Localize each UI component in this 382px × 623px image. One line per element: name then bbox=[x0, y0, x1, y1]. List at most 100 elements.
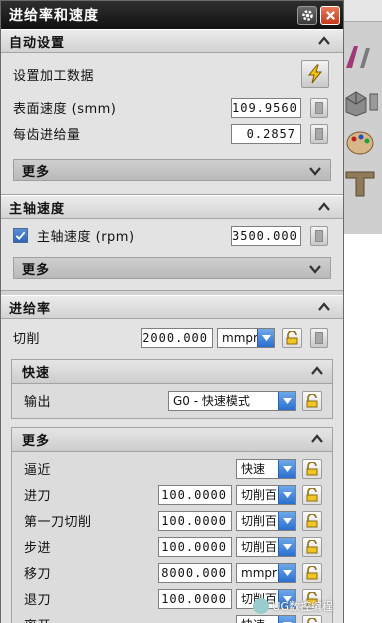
feed-row-lock-button[interactable] bbox=[302, 615, 322, 623]
feed-row-lock-button[interactable] bbox=[302, 511, 322, 531]
spindle-header[interactable]: 主轴速度 bbox=[1, 195, 343, 219]
auto-settings-more-label: 更多 bbox=[22, 164, 51, 180]
close-icon bbox=[325, 11, 335, 20]
feed-row: 第一刀切削 100.0000 切削百 bbox=[12, 508, 332, 533]
auto-settings-body: 设置加工数据 表面速度 (smm) 109.9560 每齿进给量 0.2857 … bbox=[1, 53, 343, 195]
feed-row: 逼近 快速 bbox=[12, 456, 332, 481]
wechat-logo-icon bbox=[253, 598, 270, 614]
feed-row-unit-select[interactable]: 切削百 bbox=[236, 511, 296, 531]
feed-row-lock-button[interactable] bbox=[302, 485, 322, 505]
spindle-speed-label: 主轴速度 (rpm) bbox=[37, 230, 135, 245]
dropdown-arrow-icon bbox=[282, 492, 292, 498]
feedrate-title: 进给率 bbox=[9, 301, 52, 317]
dropdown-arrow-icon bbox=[282, 466, 292, 472]
dropdown-arrow-icon bbox=[282, 398, 292, 404]
spindle-speed-checkbox[interactable] bbox=[13, 228, 28, 243]
gear-icon bbox=[301, 10, 313, 21]
chevron-up-icon[interactable] bbox=[317, 200, 331, 214]
cube-tool-icon[interactable] bbox=[342, 88, 378, 118]
dropdown-arrow-icon bbox=[282, 570, 292, 576]
spindle-body: 主轴速度 (rpm) 3500.000 更多 bbox=[1, 219, 343, 291]
rapid-subgroup: 快速 输出 G0 - 快速模式 bbox=[11, 359, 333, 419]
spindle-speed-field[interactable]: 3500.000 bbox=[231, 226, 301, 246]
chevron-up-icon[interactable] bbox=[317, 300, 331, 314]
feed-row-label: 离开 bbox=[24, 615, 51, 623]
feed-row-lock-button[interactable] bbox=[302, 537, 322, 557]
lock-icon bbox=[306, 394, 318, 408]
feed-row-label: 移刀 bbox=[24, 567, 52, 582]
feed-row-unit-select[interactable]: 切削百 bbox=[236, 537, 296, 557]
feed-row-unit-select[interactable]: 快速 bbox=[236, 615, 296, 623]
cut-feed-options-button[interactable] bbox=[310, 328, 328, 348]
feed-row-unit-value: mmpr bbox=[241, 566, 277, 580]
feed-row-value-field[interactable]: 100.0000 bbox=[158, 485, 232, 505]
feed-row-lock-button[interactable] bbox=[302, 563, 322, 583]
feed-row-unit-value: 切削百 bbox=[241, 488, 278, 502]
feed-row-label: 第一刀切削 bbox=[24, 515, 92, 530]
rapid-output-lock-button[interactable] bbox=[302, 391, 322, 411]
feed-row: 移刀 8000.000 mmpr bbox=[12, 560, 332, 585]
surface-speed-label: 表面速度 (smm) bbox=[13, 102, 117, 117]
dropdown-arrow-icon bbox=[282, 544, 292, 550]
feed-row-unit-select[interactable]: 切削百 bbox=[236, 485, 296, 505]
rapid-title: 快速 bbox=[22, 366, 51, 381]
surface-speed-field[interactable]: 109.9560 bbox=[231, 98, 301, 118]
cut-feed-unit-select[interactable]: mmpr bbox=[217, 328, 275, 348]
rapid-output-value: G0 - 快速模式 bbox=[173, 394, 250, 408]
lock-icon bbox=[307, 618, 317, 623]
spindle-more-bar[interactable]: 更多 bbox=[13, 257, 331, 279]
feed-row-value-field[interactable]: 8000.000 bbox=[158, 563, 232, 583]
lock-icon bbox=[306, 540, 318, 554]
set-machining-data-button[interactable] bbox=[301, 60, 329, 88]
more-feeds-header[interactable]: 更多 bbox=[12, 428, 332, 452]
spindle-title: 主轴速度 bbox=[9, 201, 66, 217]
feed-row-label: 进刀 bbox=[24, 489, 52, 504]
cut-feed-lock-button[interactable] bbox=[282, 328, 302, 348]
close-button[interactable] bbox=[320, 6, 340, 25]
feed-row-value-field[interactable]: 100.0000 bbox=[158, 511, 232, 531]
lock-icon bbox=[306, 514, 318, 528]
feed-row-value-field[interactable]: 100.0000 bbox=[158, 537, 232, 557]
chevron-up-icon[interactable] bbox=[310, 432, 324, 446]
dialog-title: 进给率和速度 bbox=[9, 8, 99, 24]
spindle-more-label: 更多 bbox=[22, 262, 51, 278]
feed-row-lock-button[interactable] bbox=[302, 459, 322, 479]
chevron-up-icon[interactable] bbox=[310, 364, 324, 378]
dialog-titlebar[interactable]: 进给率和速度 bbox=[1, 1, 343, 29]
chevron-down-icon bbox=[309, 265, 321, 274]
feed-row-label: 步进 bbox=[24, 541, 52, 556]
feed-row-unit-select[interactable]: mmpr bbox=[236, 563, 296, 583]
chevron-up-icon[interactable] bbox=[317, 34, 331, 48]
lock-icon bbox=[306, 462, 318, 476]
lock-icon bbox=[306, 566, 318, 580]
chevron-down-icon bbox=[309, 167, 321, 176]
feed-row-unit-value: 快速 bbox=[241, 462, 266, 476]
watermark-text: UG数控编程 bbox=[272, 600, 333, 613]
auto-settings-header[interactable]: 自动设置 bbox=[1, 29, 343, 53]
feed-per-tooth-options-button[interactable] bbox=[310, 124, 328, 144]
auto-settings-title: 自动设置 bbox=[9, 35, 66, 51]
more-feeds-title: 更多 bbox=[22, 434, 51, 449]
feed-row-value-field[interactable]: 100.0000 bbox=[158, 589, 232, 609]
palette-tool-icon[interactable] bbox=[342, 128, 378, 158]
feeds-speeds-dialog: 进给率和速度 自动设置 设置加工数据 表面速度 (smm) 109.9560 每… bbox=[0, 0, 344, 623]
feed-row-unit-select[interactable]: 快速 bbox=[236, 459, 296, 479]
rapid-header[interactable]: 快速 bbox=[12, 360, 332, 384]
feedrate-header[interactable]: 进给率 bbox=[1, 295, 343, 319]
feed-per-tooth-field[interactable]: 0.2857 bbox=[231, 124, 301, 144]
pencil-tool-icon[interactable] bbox=[342, 42, 378, 72]
rapid-output-select[interactable]: G0 - 快速模式 bbox=[168, 391, 296, 411]
rapid-output-label: 输出 bbox=[24, 395, 52, 410]
feed-row-unit-value: 切削百 bbox=[241, 540, 278, 554]
surface-speed-options-button[interactable] bbox=[310, 98, 328, 118]
lock-icon bbox=[286, 331, 298, 345]
feed-row-label: 逼近 bbox=[24, 463, 52, 478]
dropdown-arrow-icon bbox=[282, 518, 292, 524]
cut-feed-field[interactable]: 2000.000 bbox=[141, 328, 213, 348]
feed-row-unit-value: 快速 bbox=[241, 618, 265, 623]
t-shape-tool-icon[interactable] bbox=[342, 168, 378, 198]
spindle-speed-options-button[interactable] bbox=[310, 226, 328, 246]
settings-button[interactable] bbox=[297, 6, 317, 25]
cut-feed-label: 切削 bbox=[13, 332, 41, 347]
auto-settings-more-bar[interactable]: 更多 bbox=[13, 159, 331, 181]
